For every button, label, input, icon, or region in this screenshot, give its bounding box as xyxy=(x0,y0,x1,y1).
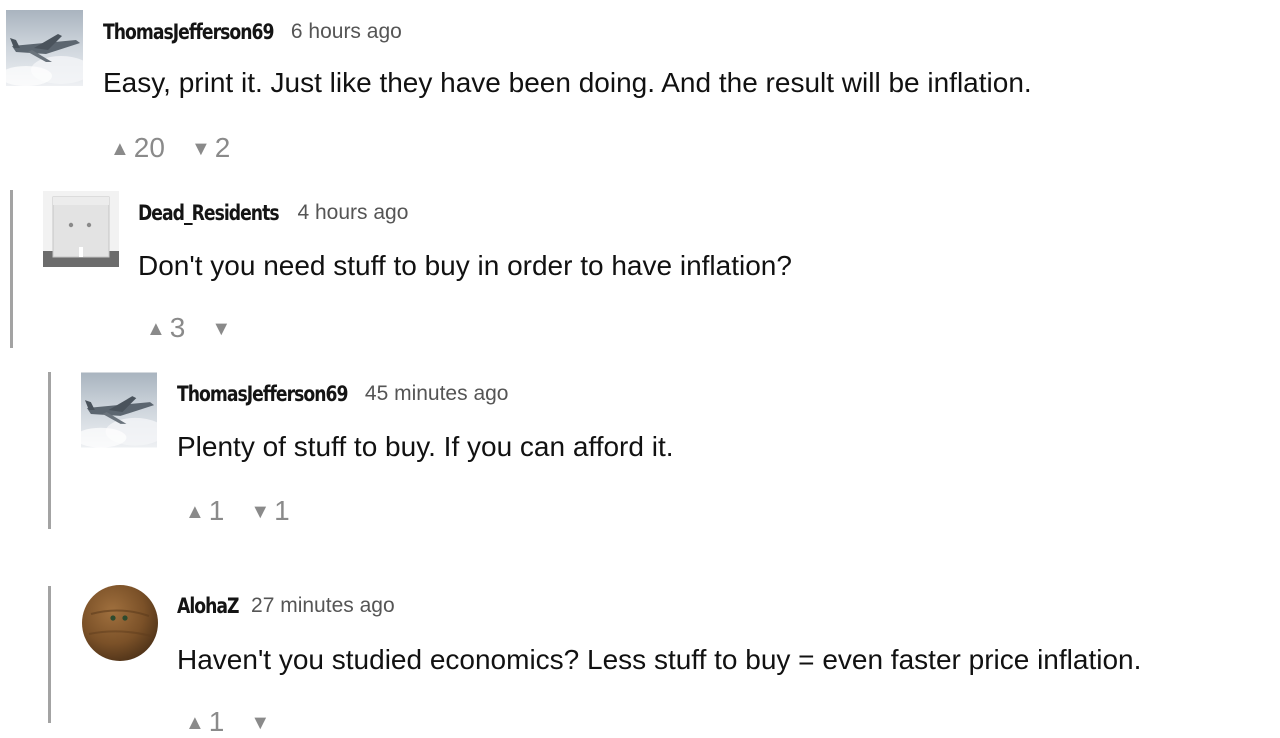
jet-plane-avatar-icon xyxy=(6,10,83,86)
thread-rule-level-2a xyxy=(48,372,51,529)
upvote-count: 1 xyxy=(208,706,225,737)
downvote-count: 1 xyxy=(274,495,290,526)
upvote-button[interactable]: ▲ 1 xyxy=(185,495,250,527)
timestamp[interactable]: 4 hours ago xyxy=(297,201,408,225)
downvote-icon: ▼ xyxy=(211,317,232,340)
username[interactable]: ThomasJefferson69 xyxy=(103,20,274,44)
upvote-icon: ▲ xyxy=(110,137,130,160)
timestamp[interactable]: 45 minutes ago xyxy=(365,382,509,406)
upvote-button[interactable]: ▲ 20 xyxy=(110,132,191,164)
avatar[interactable] xyxy=(43,191,119,267)
upvote-button[interactable]: ▲ 1 xyxy=(185,706,250,738)
comment-body: Easy, print it. Just like they have been… xyxy=(103,67,1032,98)
coconut-avatar-icon xyxy=(81,584,159,662)
downvote-button[interactable]: ▼ xyxy=(250,711,300,734)
username[interactable]: Dead_Residents xyxy=(138,201,280,225)
comment-reply: Dead_Residents 4 hours ago Don't you nee… xyxy=(43,191,1263,351)
downvote-icon: ▼ xyxy=(250,711,271,734)
downvote-icon: ▼ xyxy=(190,137,211,160)
downvote-icon: ▼ xyxy=(250,500,271,523)
downvote-button[interactable]: ▼ xyxy=(211,317,261,340)
avatar[interactable] xyxy=(6,10,83,86)
thread-rule-level-2b xyxy=(48,586,51,723)
downvote-count: 2 xyxy=(214,132,231,163)
username[interactable]: ThomasJefferson69 xyxy=(177,382,348,406)
downvote-button[interactable]: ▼ 1 xyxy=(250,495,315,527)
username[interactable]: AlohaZ xyxy=(177,594,240,618)
comment: ThomasJefferson69 6 hours ago Easy, prin… xyxy=(6,10,1266,170)
upvote-icon: ▲ xyxy=(185,711,205,734)
upvote-icon: ▲ xyxy=(146,317,166,340)
vote-controls: ▲ 1 ▼ xyxy=(185,706,300,738)
jet-plane-avatar-icon xyxy=(81,372,157,448)
upvote-icon: ▲ xyxy=(185,500,205,523)
box-character-avatar-icon xyxy=(43,191,119,267)
vote-controls: ▲ 20 ▼ 2 xyxy=(110,132,256,164)
timestamp[interactable]: 27 minutes ago xyxy=(251,594,395,618)
upvote-count: 3 xyxy=(169,312,186,343)
avatar[interactable] xyxy=(81,584,159,662)
comment-body: Plenty of stuff to buy. If you can affor… xyxy=(177,431,674,462)
upvote-count: 1 xyxy=(208,495,225,526)
comment-body: Don't you need stuff to buy in order to … xyxy=(138,250,792,281)
downvote-button[interactable]: ▼ 2 xyxy=(191,132,256,164)
avatar[interactable] xyxy=(81,372,157,448)
comment-body: Haven't you studied economics? Less stuf… xyxy=(177,644,1142,675)
vote-controls: ▲ 1 ▼ 1 xyxy=(185,495,316,527)
upvote-count: 20 xyxy=(133,132,165,163)
vote-controls: ▲ 3 ▼ xyxy=(146,312,261,344)
timestamp[interactable]: 6 hours ago xyxy=(291,20,402,44)
comment-reply: AlohaZ 27 minutes ago Haven't you studie… xyxy=(81,584,1276,737)
thread-rule-level-1 xyxy=(10,190,13,348)
comment-reply: ThomasJefferson69 45 minutes ago Plenty … xyxy=(81,372,1271,532)
upvote-button[interactable]: ▲ 3 xyxy=(146,312,211,344)
